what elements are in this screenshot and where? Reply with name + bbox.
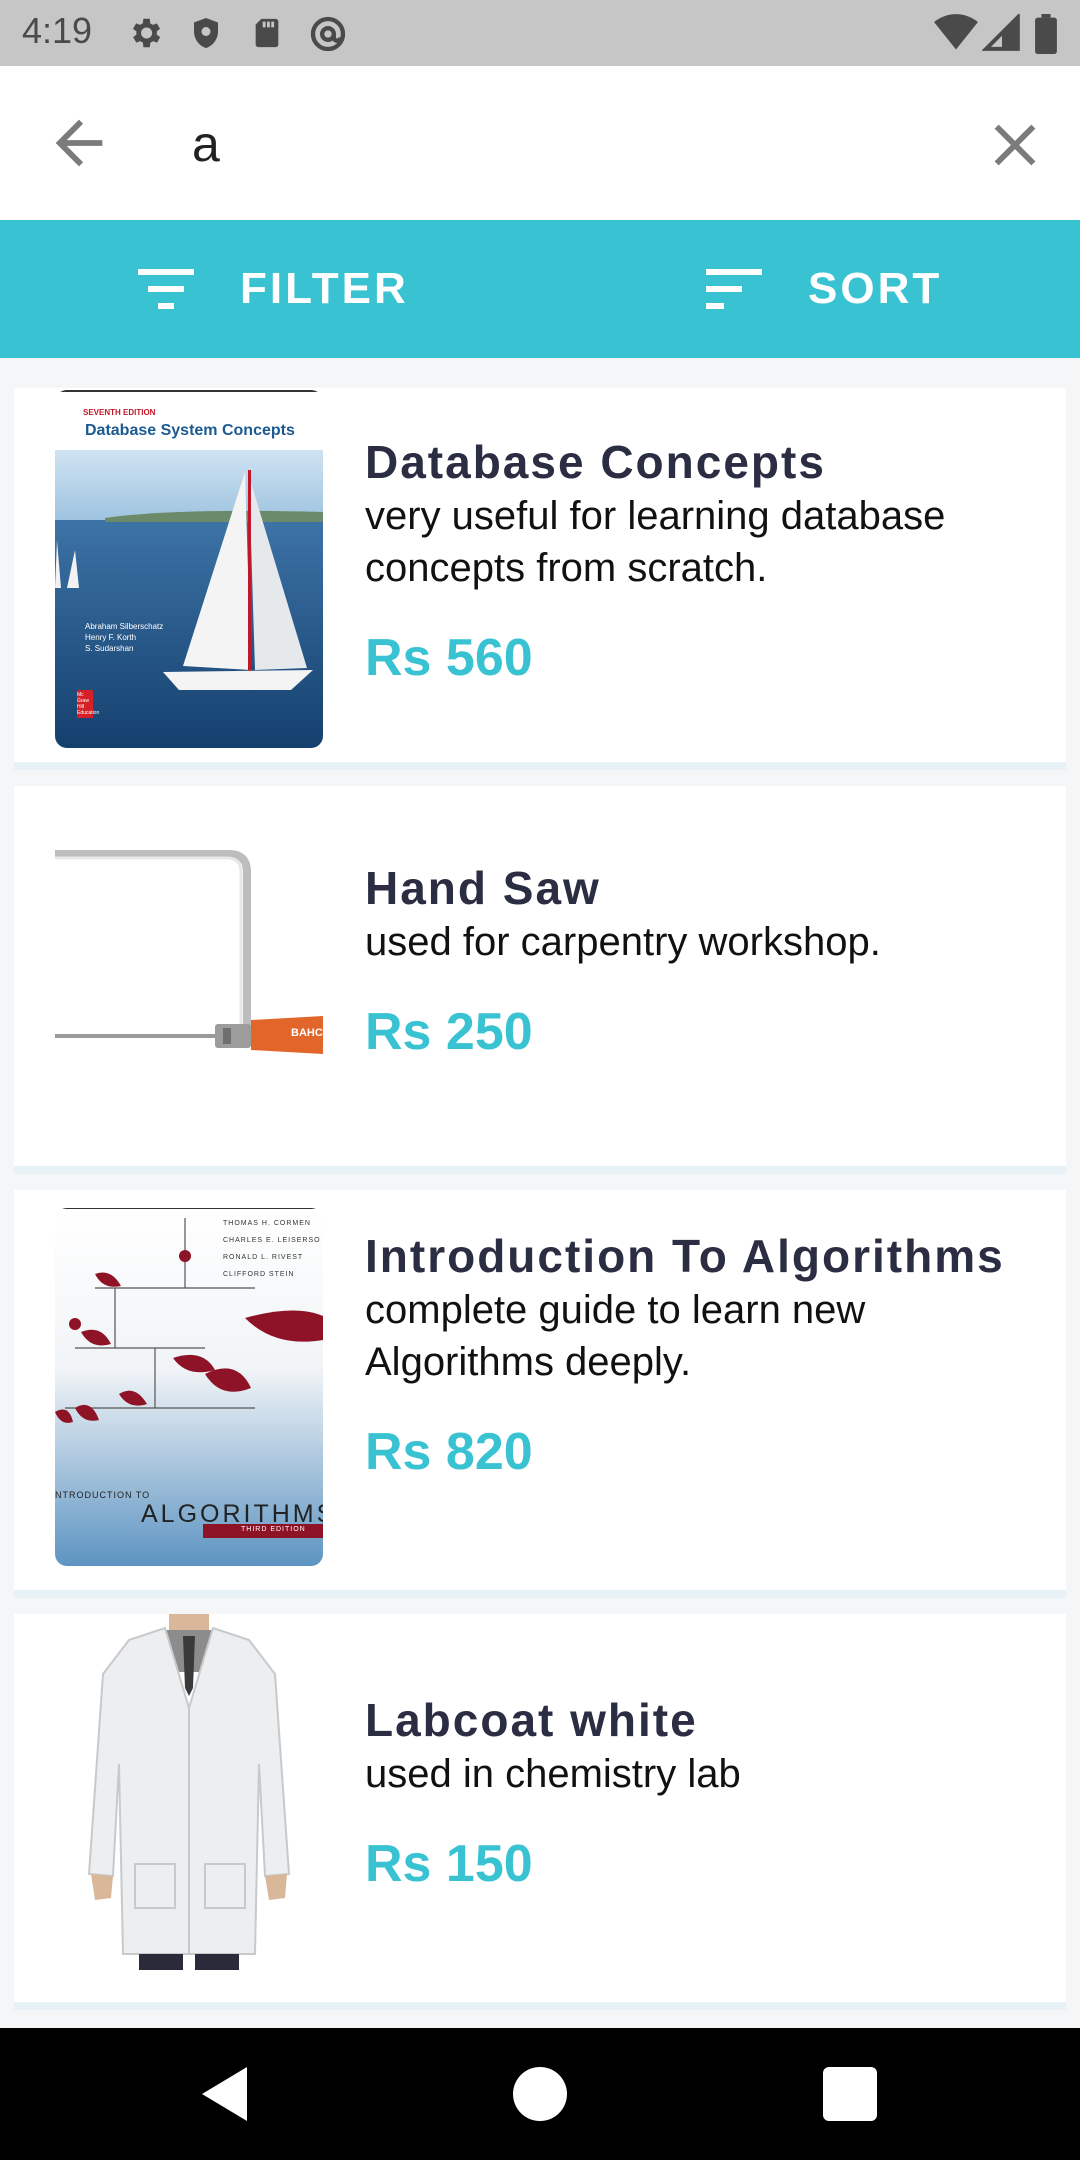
cover-title: NTRODUCTION TO [55, 1490, 151, 1500]
product-image: BAHC [55, 798, 323, 1156]
product-info: Database Concepts very useful for learni… [365, 434, 1045, 688]
search-input[interactable] [190, 106, 954, 182]
arrow-back-icon[interactable] [44, 108, 114, 178]
product-info: Hand Saw used for carpentry workshop. Rs… [365, 860, 1045, 1062]
sort-button[interactable]: SORT [706, 220, 942, 358]
system-nav-bar [0, 2028, 1080, 2160]
cover-title: Database System Concepts [85, 422, 295, 439]
wifi-icon [934, 14, 978, 50]
hacksaw-photo [55, 798, 323, 1156]
filter-button[interactable]: FILTER [138, 220, 409, 358]
cover-edition: THIRD EDITION [241, 1526, 306, 1533]
search-bar [0, 66, 1080, 220]
recents-square-icon[interactable] [814, 2058, 886, 2130]
product-card-labcoat-white[interactable]: Labcoat white used in chemistry lab Rs 1… [14, 1614, 1066, 2010]
saw-brand: BAHC [291, 1027, 323, 1039]
cover-author-2: CHARLES E. LEISERSO [223, 1237, 321, 1244]
product-title: Database Concepts [365, 436, 826, 488]
product-description: very useful for learning database concep… [365, 494, 946, 590]
product-description: complete guide to learn new Algorithms d… [365, 1288, 866, 1384]
home-circle-icon[interactable] [504, 2058, 576, 2130]
cover-author-3: S. Sudarshan [85, 644, 134, 653]
cover-edition: SEVENTH EDITION [83, 408, 156, 417]
cover-author-1: Abraham Silberschatz [85, 622, 164, 631]
labcoat-photo [55, 1614, 323, 1972]
product-title: Hand Saw [365, 862, 601, 914]
product-card-database-concepts[interactable]: SEVENTH EDITION Database System Concepts… [14, 388, 1066, 770]
battery-icon [1035, 14, 1057, 54]
sort-icon [706, 269, 762, 309]
product-info: Labcoat white used in chemistry lab Rs 1… [365, 1692, 1045, 1894]
cover-author-1: THOMAS H. CORMEN [223, 1220, 311, 1227]
settings-icon [132, 18, 161, 48]
shield-icon [194, 18, 218, 48]
status-time: 4:19 [22, 10, 93, 51]
product-description: used for carpentry workshop. [365, 920, 881, 964]
product-title: Introduction To Algorithms [365, 1230, 1005, 1282]
sort-label: SORT [808, 264, 943, 313]
product-price: Rs 250 [365, 1003, 533, 1061]
product-price: Rs 820 [365, 1423, 533, 1481]
product-image [55, 1614, 323, 1972]
filter-icon [138, 269, 194, 309]
cover-author-2: Henry F. Korth [85, 633, 137, 642]
product-title: Labcoat white [365, 1694, 698, 1746]
product-card-hand-saw[interactable]: BAHC Hand Saw used for carpentry worksho… [14, 786, 1066, 1174]
filter-sort-bar: FILTER SORT [0, 220, 1080, 358]
cover-subtitle: ALGORITHMS [141, 1500, 323, 1528]
close-icon[interactable] [980, 110, 1050, 180]
product-image: SEVENTH EDITION Database System Concepts… [55, 390, 323, 748]
product-description: used in chemistry lab [365, 1752, 741, 1796]
product-image: THOMAS H. CORMEN CHARLES E. LEISERSO RON… [55, 1208, 323, 1566]
cover-author-3: RONALD L. RIVEST [223, 1254, 304, 1261]
back-triangle-icon[interactable] [190, 2058, 262, 2130]
product-price: Rs 560 [365, 629, 533, 687]
product-price: Rs 150 [365, 1835, 533, 1893]
sd-card-icon [255, 18, 279, 48]
cover-author-4: CLIFFORD STEIN [223, 1271, 295, 1278]
cover-publisher: Mc Graw Hill Education [77, 692, 100, 716]
status-bar: 4:19 [0, 0, 1080, 66]
filter-label: FILTER [240, 264, 409, 313]
at-sign-icon [310, 16, 346, 52]
book-cover-database-system-concepts [55, 390, 323, 748]
signal-icon [982, 14, 1020, 51]
product-card-introduction-to-algorithms[interactable]: THOMAS H. CORMEN CHARLES E. LEISERSO RON… [14, 1190, 1066, 1598]
product-info: Introduction To Algorithms complete guid… [365, 1228, 1045, 1482]
